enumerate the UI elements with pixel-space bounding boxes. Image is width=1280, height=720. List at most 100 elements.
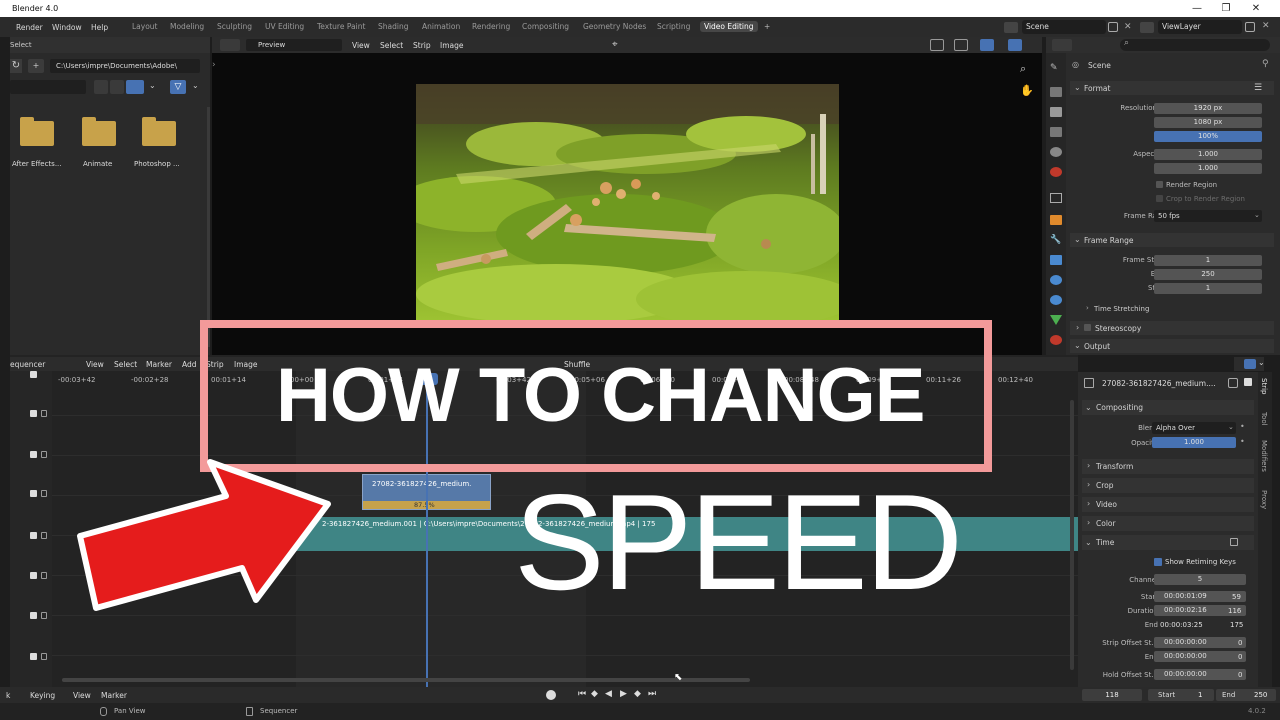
new-view-layer-icon[interactable] bbox=[1245, 22, 1255, 32]
physics-icon[interactable] bbox=[1050, 275, 1062, 285]
transform-section-header[interactable]: › Transform bbox=[1082, 459, 1254, 474]
collection-icon[interactable] bbox=[1050, 193, 1062, 203]
maximize-button[interactable]: ❐ bbox=[1214, 1, 1238, 16]
scene-selector[interactable]: Scene bbox=[1022, 20, 1106, 34]
view-layer-icon[interactable] bbox=[1140, 22, 1154, 33]
minimize-button[interactable]: — bbox=[1185, 1, 1209, 16]
add-workspace-button[interactable]: + bbox=[764, 22, 770, 31]
particles-icon[interactable] bbox=[1050, 255, 1062, 265]
aspect-x-field[interactable]: 1.000 bbox=[1154, 149, 1262, 160]
preview-menu-select[interactable]: Select bbox=[380, 41, 403, 50]
tab-compositing[interactable]: Compositing bbox=[522, 22, 569, 31]
lock-icon[interactable] bbox=[41, 572, 47, 579]
pivot-icon[interactable]: ⌖ bbox=[612, 39, 628, 51]
keyframe-dot-icon[interactable]: • bbox=[1240, 437, 1245, 446]
channel-mute-checkbox[interactable] bbox=[30, 410, 37, 417]
resolution-x-field[interactable]: 1920 px bbox=[1154, 103, 1262, 114]
zoom-icon[interactable]: ⌕ bbox=[1020, 62, 1034, 76]
pin-icon[interactable]: ⚲ bbox=[1262, 59, 1269, 69]
frame-rate-select[interactable]: 50 fps bbox=[1154, 210, 1262, 222]
opacity-field[interactable]: 1.000 bbox=[1152, 437, 1236, 448]
tab-modeling[interactable]: Modeling bbox=[170, 22, 204, 31]
channel-field[interactable]: 5 bbox=[1154, 574, 1246, 585]
filter-icon[interactable]: ▽ bbox=[170, 80, 186, 94]
delete-scene-icon[interactable]: ✕ bbox=[1124, 22, 1134, 32]
folder-after-effects[interactable] bbox=[20, 117, 54, 146]
menu-render[interactable]: Render bbox=[16, 23, 43, 32]
strip-type-icon[interactable] bbox=[1228, 378, 1238, 388]
channel-mute-checkbox[interactable] bbox=[30, 451, 37, 458]
file-search-input[interactable] bbox=[10, 80, 86, 94]
preview-menu-view[interactable]: View bbox=[352, 41, 370, 50]
view-mode-select[interactable]: Preview bbox=[246, 39, 342, 51]
lock-icon[interactable] bbox=[41, 490, 47, 497]
new-folder-icon[interactable]: + bbox=[28, 59, 44, 73]
start-frame-field[interactable]: Start 1 bbox=[1148, 689, 1214, 701]
play-icon[interactable]: ▶ bbox=[620, 689, 627, 699]
close-button[interactable]: ✕ bbox=[1244, 1, 1268, 16]
aspect-y-field[interactable]: 1.000 bbox=[1154, 163, 1262, 174]
keyframe-dot-icon[interactable]: • bbox=[1240, 422, 1245, 431]
channel-mute-checkbox[interactable] bbox=[30, 490, 37, 497]
tool-icon[interactable]: ✎ bbox=[1050, 63, 1062, 73]
record-icon[interactable] bbox=[546, 690, 556, 700]
frame-step-field[interactable]: 1 bbox=[1154, 283, 1262, 294]
scene-props-icon[interactable] bbox=[1050, 147, 1062, 157]
path-field[interactable]: C:\Users\impre\Documents\Adobe\ bbox=[50, 59, 200, 73]
chevron-down-icon[interactable]: ⌄ bbox=[149, 82, 157, 90]
play-reverse-icon[interactable]: ◀ bbox=[605, 689, 612, 699]
overlay-options-icon[interactable] bbox=[1008, 39, 1022, 51]
view-layer-icon[interactable] bbox=[1050, 127, 1062, 137]
pan-hand-icon[interactable]: ✋ bbox=[1020, 84, 1034, 98]
tab-scripting[interactable]: Scripting bbox=[657, 22, 690, 31]
tab-shading[interactable]: Shading bbox=[378, 22, 408, 31]
strip-enable-checkbox[interactable] bbox=[1244, 378, 1252, 386]
video-section-header[interactable]: › Video bbox=[1082, 497, 1254, 512]
lock-icon[interactable] bbox=[41, 410, 47, 417]
timeline-menu-k[interactable]: k bbox=[6, 691, 10, 700]
end-frame-field[interactable]: End 250 bbox=[1216, 689, 1276, 701]
folder-animate[interactable] bbox=[82, 117, 116, 146]
timeline-menu-view[interactable]: View bbox=[73, 691, 91, 700]
properties-search-input[interactable]: ⌕ bbox=[1120, 38, 1270, 51]
gizmo-icon[interactable] bbox=[954, 39, 968, 51]
delete-view-layer-icon[interactable]: ✕ bbox=[1262, 21, 1272, 31]
data-icon[interactable] bbox=[1050, 315, 1062, 325]
prev-keyframe-icon[interactable]: ◆ bbox=[591, 689, 598, 699]
editor-type-icon[interactable] bbox=[1052, 39, 1072, 51]
material-icon[interactable] bbox=[1050, 335, 1062, 345]
frame-start-field[interactable]: 1 bbox=[1154, 255, 1262, 266]
scrollbar[interactable] bbox=[207, 107, 210, 347]
tab-sculpting[interactable]: Sculpting bbox=[217, 22, 252, 31]
tab-uv-editing[interactable]: UV Editing bbox=[265, 22, 304, 31]
render-icon[interactable] bbox=[1050, 87, 1062, 97]
tab-modifiers[interactable]: Modifiers bbox=[1260, 440, 1268, 472]
jump-end-icon[interactable]: ⏭ bbox=[648, 689, 656, 699]
object-icon[interactable] bbox=[1050, 215, 1062, 225]
stereoscopy-section-header[interactable]: › Stereoscopy bbox=[1070, 321, 1274, 335]
resolution-y-field[interactable]: 1080 px bbox=[1154, 117, 1262, 128]
resolution-pct-field[interactable]: 100% bbox=[1154, 131, 1262, 142]
preview-menu-strip[interactable]: Strip bbox=[413, 41, 431, 50]
current-frame-field[interactable]: 118 bbox=[1082, 689, 1142, 701]
next-keyframe-icon[interactable]: ◆ bbox=[634, 689, 641, 699]
channel-mute-checkbox[interactable] bbox=[30, 371, 37, 378]
lock-icon[interactable] bbox=[41, 653, 47, 660]
strip-name-field[interactable]: 27082-361827426_medium.... bbox=[1102, 379, 1216, 388]
color-section-header[interactable]: › Color bbox=[1082, 516, 1254, 531]
constraints-icon[interactable] bbox=[1050, 295, 1062, 305]
lock-icon[interactable] bbox=[41, 612, 47, 619]
render-region-checkbox[interactable] bbox=[1156, 181, 1163, 188]
channel-mute-checkbox[interactable] bbox=[30, 532, 37, 539]
thumb-view-icon[interactable] bbox=[110, 80, 124, 94]
seq-menu-marker[interactable]: Marker bbox=[146, 360, 172, 369]
folder-photoshop[interactable] bbox=[142, 117, 176, 146]
sequencer-editor-label[interactable]: equencer bbox=[10, 360, 45, 369]
keying-menu[interactable]: Keying bbox=[30, 691, 55, 700]
view-layer-selector[interactable]: ViewLayer bbox=[1158, 20, 1242, 34]
list-view-icon[interactable] bbox=[94, 80, 108, 94]
menu-window[interactable]: Window bbox=[52, 23, 82, 32]
chevron-down-icon[interactable]: ⌄ bbox=[1258, 358, 1265, 367]
preview-menu-image[interactable]: Image bbox=[440, 41, 464, 50]
frame-range-section-header[interactable]: ⌄ Frame Range bbox=[1070, 233, 1274, 247]
